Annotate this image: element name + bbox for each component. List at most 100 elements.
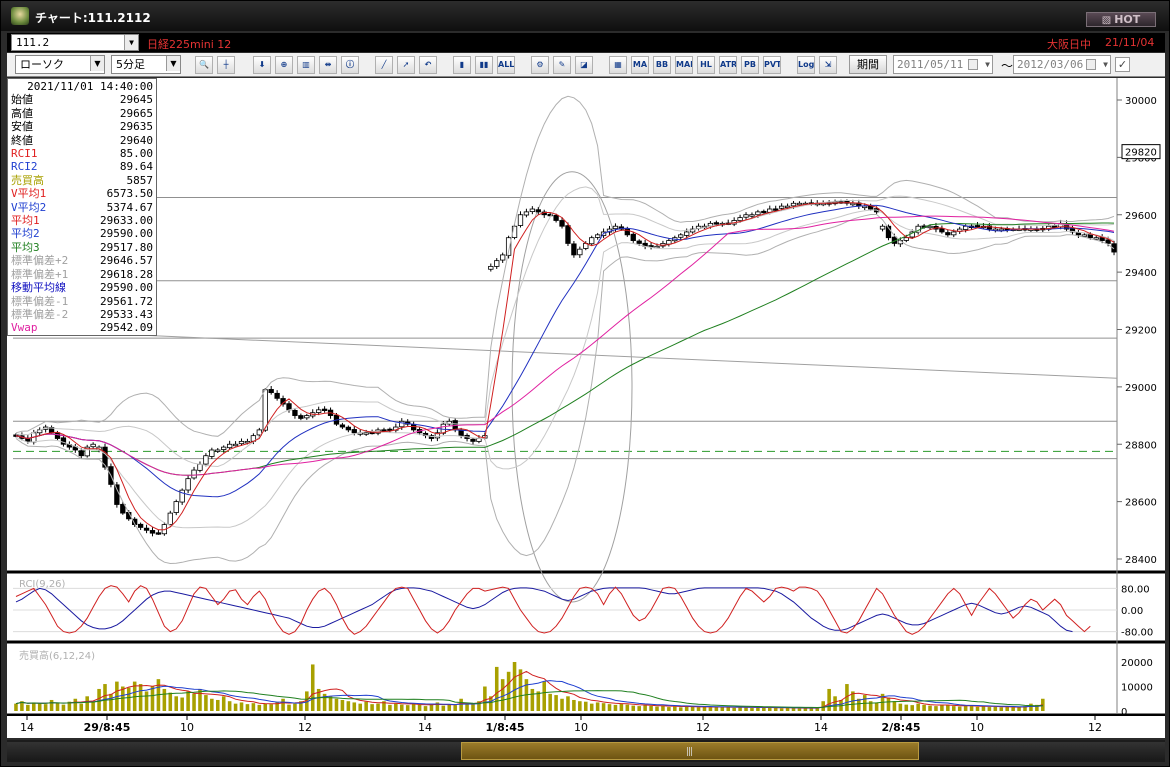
grip-icon: ||| [686,747,693,757]
price-chart[interactable]: 3000029800296002940029200290002880028600… [7,78,1165,738]
info-icon[interactable]: ⓘ [341,56,359,74]
volume-bar [957,706,962,711]
cursor-icon[interactable]: ➚ [397,56,415,74]
candle-body [790,202,797,207]
pvt-icon[interactable]: PVT [763,56,781,74]
chevron-down-icon[interactable]: ▼ [166,56,180,71]
chevron-down-icon[interactable]: ▼ [124,35,138,50]
date-to-input[interactable]: 2012/03/06 ▼ [1013,55,1111,74]
magnify-chart-icon[interactable]: ⊕ [275,56,293,74]
info-row: V平均1 6573.50 [11,187,153,200]
candle-body [778,205,785,209]
chart-type-select[interactable]: ローソク ▼ [15,55,105,74]
chevron-down-icon[interactable]: ▼ [1103,56,1108,73]
export-icon[interactable]: ⇲ [819,56,837,74]
candle-body [120,503,126,514]
candle-body [209,449,215,457]
rci-tick-label: 80.00 [1121,584,1150,595]
info-label: 平均3 [11,240,40,254]
crosshair-icon[interactable]: ┼ [217,56,235,74]
info-value: 29633.00 [100,214,153,228]
calendar-icon[interactable] [968,59,978,70]
candle-icon[interactable]: ▮ [453,56,471,74]
volume-bar [619,703,624,711]
info-value: 5374.67 [106,200,153,214]
info-value: 29590.00 [100,227,153,241]
atr-icon[interactable]: ATR [719,56,737,74]
color-icon[interactable]: ◪ [575,56,593,74]
candle-body [143,527,150,531]
toolbar: ローソク▼ 5分足▼ 🔍┼⬇⊕▥⇹ⓘ╱➚↶▮▮▮ALL⚙✎◪▦MABBMAEHL… [7,53,1165,77]
x-tick-label: 12 [696,721,710,734]
x-tick-label: 1/8:45 [485,721,524,734]
volume-bar [453,705,457,711]
arrow-down-icon[interactable]: ⬇ [253,56,271,74]
chart-area[interactable]: 3000029800296002940029200290002880028600… [7,78,1165,738]
title-bar[interactable]: チャート:111.2112 ▧ HOT [1,1,1169,31]
candle-body [149,530,156,534]
candles-icon[interactable]: ▮▮ [475,56,493,74]
undo-icon[interactable]: ↶ [419,56,437,74]
period-button[interactable]: 期間 [849,55,887,74]
hot-button[interactable]: ▧ HOT [1086,12,1156,27]
candle-body [238,440,245,445]
settings-icon[interactable]: ⚙ [531,56,549,74]
candle-body [962,225,969,230]
volume-bar [999,707,1004,711]
volume-bar [833,696,837,711]
bb-icon[interactable]: BB [653,56,671,74]
info-row: 売買高 5857 [11,174,153,187]
hl-icon[interactable]: HL [697,56,715,74]
x-tick-label: 12 [1088,721,1102,734]
symbol-select[interactable]: 111.2 ▼ [11,34,139,51]
candle-body [167,512,173,525]
volume-bar [874,702,879,711]
grid-icon[interactable]: ▦ [609,56,627,74]
split-icon[interactable]: ⇹ [319,56,337,74]
volume-bar [215,699,220,711]
info-label: 標準偏差+2 [11,254,69,268]
volume-bar [471,704,475,711]
zoom-icon[interactable]: 🔍 [195,56,213,74]
volume-bar [643,705,647,711]
volume-bar [269,704,273,711]
volume-bar [744,707,748,711]
info-label: 安値 [11,120,33,134]
volume-bar [696,707,701,711]
volume-bar [963,705,968,711]
all-icon[interactable]: ALL [497,56,515,74]
candle-body [939,228,945,233]
volume-bar [447,704,452,711]
paint-icon[interactable]: ✎ [553,56,571,74]
time-scrollbar[interactable]: ||| [7,740,1165,762]
mae-icon[interactable]: MAE [675,56,693,74]
date-from-input[interactable]: 2011/05/11 ▼ [893,55,993,74]
volume-bar [73,698,78,711]
chevron-down-icon[interactable]: ▼ [985,56,990,73]
volume-bar [762,707,766,711]
volume-bar [898,703,903,711]
volume-bar [726,707,731,711]
info-label: 高値 [11,106,33,120]
volume-bar [31,702,36,711]
volume-bar [55,703,60,711]
candle-body [636,240,642,244]
bar-chart-icon[interactable]: ▥ [297,56,315,74]
pb-icon[interactable]: PB [741,56,759,74]
volume-bar [928,705,932,711]
volume-bar [910,705,915,711]
scroll-thumb[interactable]: ||| [461,742,919,760]
calendar-icon[interactable] [1086,59,1096,70]
symbol-code: 111.2 [16,36,50,49]
date-from-value: 2011/05/11 [897,58,964,71]
volume-bar [987,707,992,711]
volume-bar [162,688,167,711]
trendline-icon[interactable]: ╱ [375,56,393,74]
info-label: V平均2 [11,200,47,214]
log-icon[interactable]: Log [797,56,815,74]
period-select[interactable]: 5分足 ▼ [111,55,181,74]
chevron-down-icon[interactable]: ▼ [90,56,104,71]
candle-body [1093,237,1099,240]
check-icon[interactable]: ✓ [1115,57,1130,72]
ma-icon[interactable]: MA [631,56,649,74]
